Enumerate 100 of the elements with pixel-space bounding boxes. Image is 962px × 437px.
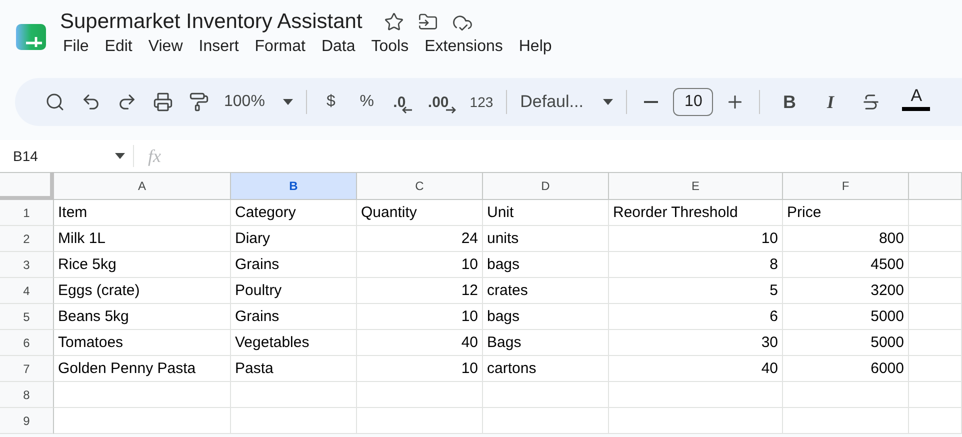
menu-item[interactable]: Tools xyxy=(368,36,416,58)
menu-item[interactable]: Insert xyxy=(196,36,246,58)
table-cell xyxy=(909,330,962,356)
font-size-field[interactable]: 10 xyxy=(673,88,714,116)
table-cell: 800 xyxy=(783,226,909,252)
search-icon xyxy=(45,92,65,112)
table-cell: Reorder Threshold xyxy=(609,200,783,226)
app-logo-icon[interactable] xyxy=(16,22,46,52)
table-cell: 10 xyxy=(357,304,483,330)
table-cell: units xyxy=(483,226,609,252)
column-header[interactable]: A xyxy=(54,172,231,200)
table-cell xyxy=(909,252,962,278)
table-cell: Golden Penny Pasta xyxy=(54,356,231,382)
column-header[interactable]: D xyxy=(483,172,609,200)
table-cell: Eggs (crate) xyxy=(54,278,231,304)
table-cell: Category xyxy=(231,200,357,226)
document-title[interactable]: Supermarket Inventory Assistant xyxy=(60,10,362,34)
table-cell xyxy=(909,226,962,252)
font-dropdown[interactable]: Defaul... xyxy=(516,87,618,117)
table-cell: 40 xyxy=(357,330,483,356)
menu-item[interactable]: View xyxy=(145,36,190,58)
table-cell: Rice 5kg xyxy=(54,252,231,278)
italic-button[interactable]: I xyxy=(815,87,846,117)
decrease-decimals-button[interactable]: .0 xyxy=(388,87,418,117)
column-header[interactable]: B xyxy=(231,172,357,200)
star-icon[interactable] xyxy=(384,12,404,32)
table-cell xyxy=(909,356,962,382)
table-cell: 24 xyxy=(357,226,483,252)
table-cell: Poultry xyxy=(231,278,357,304)
menu-item[interactable]: Format xyxy=(252,36,312,58)
table-cell: Price xyxy=(783,200,909,226)
bold-button[interactable]: B xyxy=(774,87,804,117)
column-header[interactable]: C xyxy=(357,172,483,200)
table-cell: Unit xyxy=(483,200,609,226)
text-color-button[interactable]: A xyxy=(901,86,932,118)
table-cell: Grains xyxy=(231,304,357,330)
row-header[interactable]: 4 xyxy=(0,278,54,304)
minus-icon xyxy=(644,101,658,103)
row-header[interactable]: 7 xyxy=(0,356,54,382)
row-header[interactable]: 1 xyxy=(0,200,54,226)
table-cell: Quantity xyxy=(357,200,483,226)
column-header[interactable]: E xyxy=(609,172,783,200)
menu-item[interactable]: File xyxy=(60,36,96,58)
table-cell: Pasta xyxy=(231,356,357,382)
caret-icon xyxy=(115,153,125,159)
row-header[interactable]: 8 xyxy=(0,382,54,408)
table-cell: Milk 1L xyxy=(54,226,231,252)
caret-icon xyxy=(282,99,293,105)
table-cell: Item xyxy=(54,200,231,226)
row-header[interactable]: 5 xyxy=(0,304,54,330)
column-header[interactable]: F xyxy=(783,172,909,200)
currency-button[interactable]: $ xyxy=(316,87,346,117)
table-cell: Tomatoes xyxy=(54,330,231,356)
table-cell: 4500 xyxy=(783,252,909,278)
folder-icon[interactable] xyxy=(418,12,438,32)
arrow-icon xyxy=(402,106,413,114)
cell-reference[interactable]: B14 xyxy=(13,148,38,164)
menu-item[interactable]: Help xyxy=(516,36,559,58)
strikethrough-icon xyxy=(861,92,882,112)
row-header[interactable]: 3 xyxy=(0,252,54,278)
table-cell: Diary xyxy=(231,226,357,252)
table-cell xyxy=(909,304,962,330)
table-cell: Vegetables xyxy=(231,330,357,356)
table-cell: 5000 xyxy=(783,304,909,330)
table-cell xyxy=(909,200,962,226)
table-cell xyxy=(909,278,962,304)
table-cell: 5 xyxy=(609,278,783,304)
table-cell: 40 xyxy=(609,356,783,382)
paint-roller-icon xyxy=(189,92,209,112)
table-cell: 30 xyxy=(609,330,783,356)
table-cell: 6 xyxy=(609,304,783,330)
caret-icon xyxy=(603,99,614,105)
zoom-dropdown[interactable]: 100% xyxy=(220,87,297,117)
number-format-button[interactable]: 123 xyxy=(466,87,498,117)
table-cell: 3200 xyxy=(783,278,909,304)
table-cell: Bags xyxy=(483,330,609,356)
table-cell: bags xyxy=(483,252,609,278)
table-cell xyxy=(909,382,962,408)
table-cell: 12 xyxy=(357,278,483,304)
table-cell: 10 xyxy=(609,226,783,252)
menu-item[interactable]: Data xyxy=(318,36,362,58)
table-cell: Grains xyxy=(231,252,357,278)
table-cell: 6000 xyxy=(783,356,909,382)
redo-icon xyxy=(117,92,137,112)
row-header[interactable]: 2 xyxy=(0,226,54,252)
table-cell: 10 xyxy=(357,252,483,278)
table-cell: 8 xyxy=(609,252,783,278)
table-cell: bags xyxy=(483,304,609,330)
increase-decimals-button[interactable]: .00 xyxy=(424,87,460,117)
formula-icon: fx xyxy=(148,146,161,166)
table-cell: 10 xyxy=(357,356,483,382)
table-cell: crates xyxy=(483,278,609,304)
row-header[interactable]: 9 xyxy=(0,408,54,434)
arrow-icon xyxy=(444,106,456,114)
percent-button[interactable]: % xyxy=(352,87,382,117)
menu-item[interactable]: Extensions xyxy=(422,36,510,58)
table-cell: 5000 xyxy=(783,330,909,356)
table-cell xyxy=(909,408,962,434)
menu-item[interactable]: Edit xyxy=(102,36,140,58)
row-header[interactable]: 6 xyxy=(0,330,54,356)
